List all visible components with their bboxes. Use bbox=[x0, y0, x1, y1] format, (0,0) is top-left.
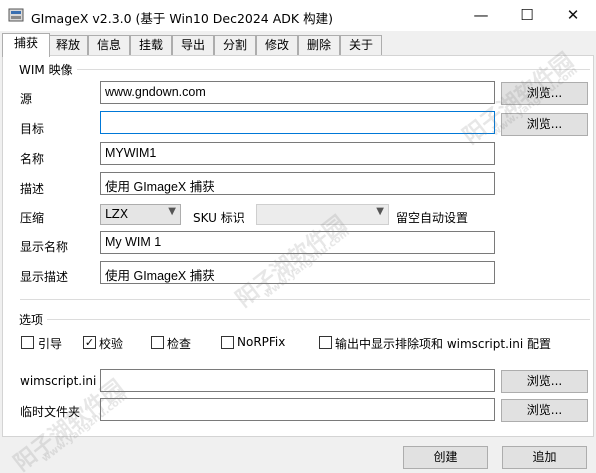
description-input[interactable]: 使用 GImageX 捕获 bbox=[100, 172, 495, 195]
wim-group-divider bbox=[72, 69, 590, 70]
tab-delete[interactable]: 删除 bbox=[298, 35, 340, 56]
wimscript-label: wimscript.ini bbox=[20, 374, 97, 388]
options-group-divider bbox=[46, 319, 590, 320]
norpfix-checkbox[interactable] bbox=[221, 336, 234, 349]
tab-modify[interactable]: 修改 bbox=[256, 35, 298, 56]
create-button[interactable]: 创建 bbox=[403, 446, 488, 469]
tab-split[interactable]: 分割 bbox=[214, 35, 256, 56]
tab-export[interactable]: 导出 bbox=[172, 35, 214, 56]
compress-select-value: LZX bbox=[105, 207, 129, 221]
target-browse-button[interactable]: 浏览... bbox=[501, 113, 588, 136]
compress-select[interactable]: LZX ▼ bbox=[100, 204, 181, 225]
tab-mount[interactable]: 挂载 bbox=[130, 35, 172, 56]
wimscript-browse-button[interactable]: 浏览... bbox=[501, 370, 588, 393]
chevron-down-icon: ▼ bbox=[376, 206, 384, 217]
tab-strip: 捕获 释放 信息 挂载 导出 分割 修改 删除 关于 bbox=[2, 33, 594, 57]
tab-about[interactable]: 关于 bbox=[340, 35, 382, 56]
compress-label: 压缩 bbox=[20, 211, 45, 225]
temp-folder-label: 临时文件夹 bbox=[20, 405, 81, 419]
close-icon[interactable]: ✕ bbox=[550, 0, 596, 31]
sku-label: SKU 标识 bbox=[193, 211, 245, 225]
temp-folder-browse-button[interactable]: 浏览... bbox=[501, 399, 588, 422]
show-exclusions-checkbox-label: 输出中显示排除项和 wimscript.ini 配置 bbox=[335, 337, 551, 351]
options-group-title: 选项 bbox=[19, 311, 48, 328]
temp-folder-input[interactable] bbox=[100, 398, 495, 421]
norpfix-checkbox-label: NoRPFix bbox=[237, 335, 286, 349]
maximize-icon[interactable]: ☐ bbox=[504, 0, 550, 31]
boot-checkbox-label: 引导 bbox=[38, 337, 63, 351]
window-title: GImageX v2.3.0 (基于 Win10 Dec2024 ADK 构建) bbox=[31, 11, 333, 26]
source-label: 源 bbox=[20, 92, 33, 106]
display-name-label: 显示名称 bbox=[20, 240, 69, 254]
app-icon bbox=[8, 8, 24, 22]
verify-checkbox-label: 校验 bbox=[99, 337, 124, 351]
show-exclusions-checkbox[interactable] bbox=[319, 336, 332, 349]
display-name-input[interactable]: My WIM 1 bbox=[100, 231, 495, 254]
tab-info[interactable]: 信息 bbox=[88, 35, 130, 56]
display-desc-input[interactable]: 使用 GImageX 捕获 bbox=[100, 261, 495, 284]
description-label: 描述 bbox=[20, 182, 45, 196]
source-browse-button[interactable]: 浏览... bbox=[501, 82, 588, 105]
auto-setting-label: 留空自动设置 bbox=[396, 211, 469, 225]
check-checkbox-label: 检查 bbox=[167, 337, 192, 351]
check-checkbox[interactable] bbox=[151, 336, 164, 349]
tab-capture[interactable]: 捕获 bbox=[2, 33, 50, 57]
sku-select[interactable]: ▼ bbox=[256, 204, 389, 225]
wimscript-input[interactable] bbox=[100, 369, 495, 392]
app-window: GImageX v2.3.0 (基于 Win10 Dec2024 ADK 构建)… bbox=[0, 0, 596, 473]
name-input[interactable]: MYWIM1 bbox=[100, 142, 495, 165]
target-input[interactable] bbox=[100, 111, 495, 134]
verify-checkbox[interactable]: ✓ bbox=[83, 336, 96, 349]
display-desc-label: 显示描述 bbox=[20, 270, 69, 284]
chevron-down-icon: ▼ bbox=[168, 206, 176, 217]
source-input[interactable]: www.gndown.com bbox=[100, 81, 495, 104]
boot-checkbox[interactable] bbox=[21, 336, 34, 349]
append-button[interactable]: 追加 bbox=[502, 446, 587, 469]
wim-group-title: WIM 映像 bbox=[19, 61, 77, 78]
tab-apply[interactable]: 释放 bbox=[48, 35, 88, 56]
title-bar: GImageX v2.3.0 (基于 Win10 Dec2024 ADK 构建)… bbox=[0, 0, 596, 31]
target-label: 目标 bbox=[20, 122, 45, 136]
name-label: 名称 bbox=[20, 152, 45, 166]
top-divider bbox=[20, 299, 590, 300]
minimize-icon[interactable]: — bbox=[458, 0, 504, 31]
